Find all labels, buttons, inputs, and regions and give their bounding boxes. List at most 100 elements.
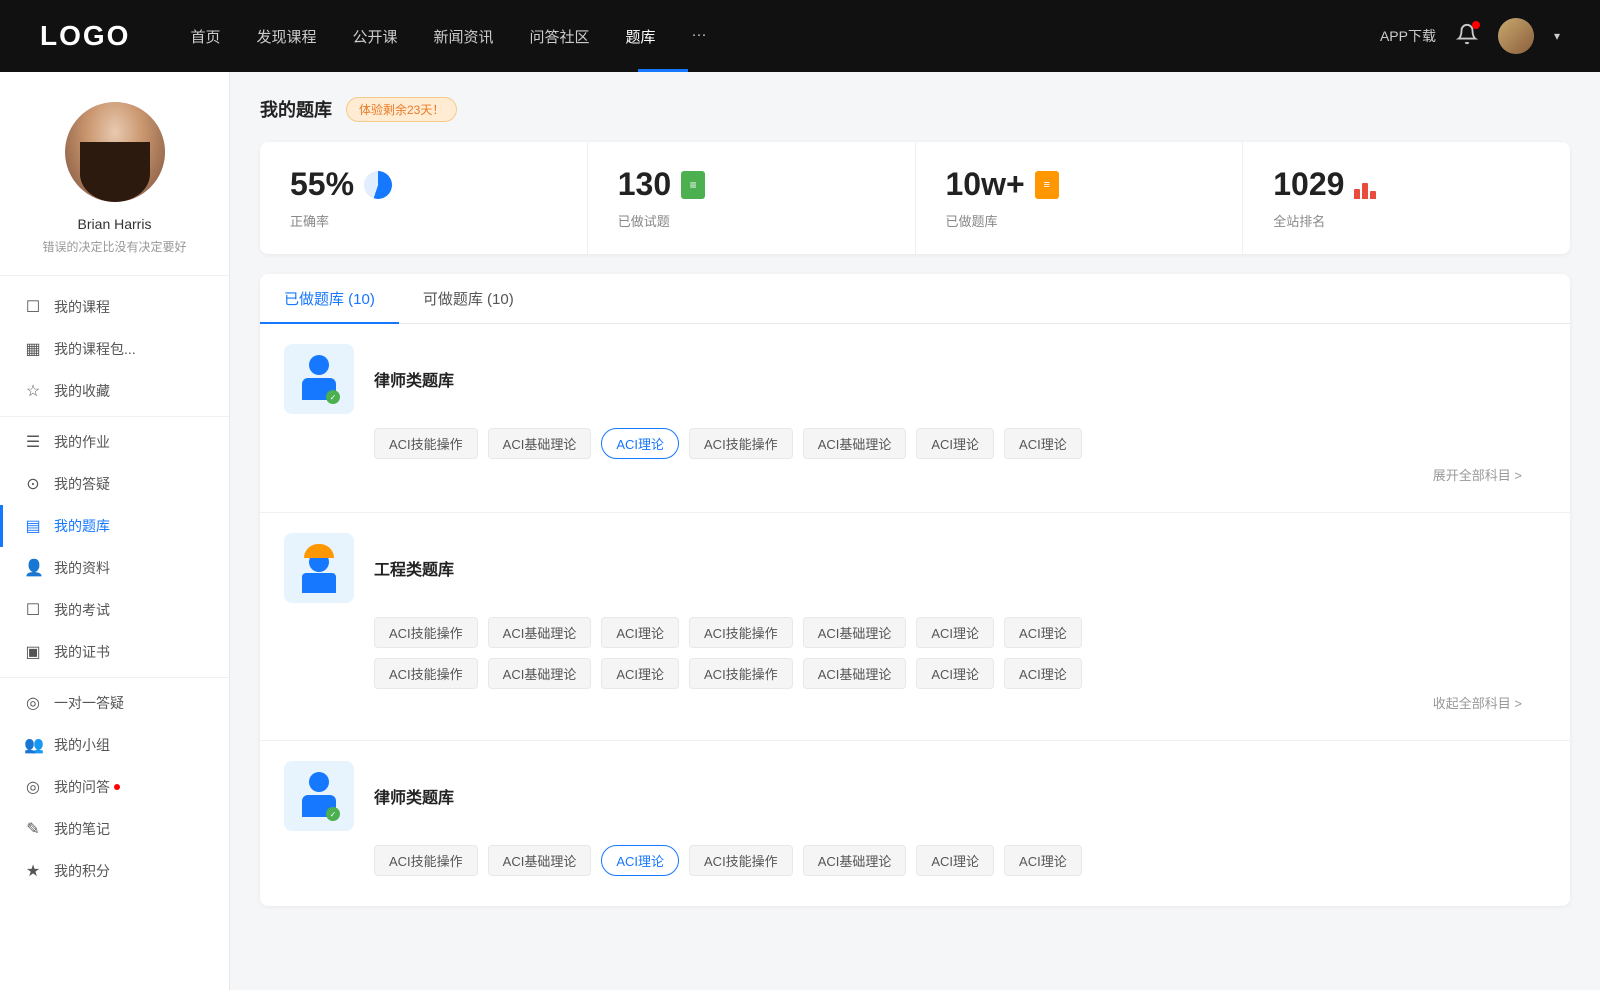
expand-link-lawyer-1[interactable]: 展开全部科目 > (284, 459, 1546, 492)
sidebar-item-course-package[interactable]: ▦ 我的课程包... (0, 328, 229, 370)
stat-accuracy: 55% 正确率 (260, 142, 588, 254)
tab-available-banks[interactable]: 可做题库 (10) (399, 274, 538, 323)
nav-item-more[interactable]: ··· (692, 26, 707, 47)
tab-done-banks[interactable]: 已做题库 (10) (260, 274, 399, 323)
engineer-figure-icon (302, 544, 336, 593)
nav-item-qbank[interactable]: 题库 (626, 26, 656, 47)
sidebar-item-course[interactable]: ☐ 我的课程 (0, 286, 229, 328)
qbank-icon-engineer (284, 533, 354, 603)
sidebar-item-exam[interactable]: ☐ 我的考试 (0, 589, 229, 631)
trial-badge: 体验剩余23天！ (346, 97, 457, 122)
nav-item-discover[interactable]: 发现课程 (256, 26, 316, 47)
sidebar-item-profile[interactable]: 👤 我的资料 (0, 547, 229, 589)
favorites-icon: ☆ (24, 381, 42, 401)
tag-item[interactable]: ACI理论 (1004, 617, 1082, 648)
tag-item[interactable]: ACI技能操作 (374, 845, 478, 876)
notification-bell-icon[interactable] (1456, 23, 1478, 50)
tag-item-active[interactable]: ACI理论 (601, 428, 679, 459)
unread-dot (114, 784, 120, 790)
tag-item[interactable]: ACI理论 (1004, 658, 1082, 689)
nav-links: 首页 发现课程 公开课 新闻资讯 问答社区 题库 ··· (190, 26, 706, 47)
page-title: 我的题库 (260, 96, 332, 122)
stat-banks-value: 10w+ (946, 166, 1025, 203)
sidebar-item-qbank[interactable]: ▤ 我的题库 (0, 505, 229, 547)
stat-rank-label: 全站排名 (1273, 211, 1540, 230)
tag-item[interactable]: ACI基础理论 (803, 617, 907, 648)
stat-done-questions: 130 ≡ 已做试题 (588, 142, 916, 254)
user-dropdown-arrow-icon[interactable]: ▾ (1554, 29, 1560, 43)
sidebar-menu: ☐ 我的课程 ▦ 我的课程包... ☆ 我的收藏 ☰ 我的作业 ⊙ 我的答疑 ▤ (0, 276, 229, 902)
tag-item[interactable]: ACI基础理论 (488, 617, 592, 648)
nav-item-qa[interactable]: 问答社区 (530, 26, 590, 47)
qbank-icon-lawyer: ✓ (284, 344, 354, 414)
qbank-name-lawyer-1: 律师类题库 (374, 367, 454, 391)
tag-item[interactable]: ACI理论 (1004, 845, 1082, 876)
tag-item[interactable]: ACI技能操作 (689, 428, 793, 459)
course-icon: ☐ (24, 297, 42, 317)
nav-item-news[interactable]: 新闻资讯 (434, 26, 494, 47)
tag-item[interactable]: ACI技能操作 (689, 617, 793, 648)
nav-item-open-course[interactable]: 公开课 (352, 26, 397, 47)
user-motto: 错误的决定比没有决定要好 (42, 238, 186, 255)
tag-item[interactable]: ACI技能操作 (689, 845, 793, 876)
notes-icon: ✎ (24, 819, 42, 839)
avatar[interactable] (1498, 18, 1534, 54)
stat-done-banks: 10w+ ≡ 已做题库 (916, 142, 1244, 254)
avatar (65, 102, 165, 202)
page-layout: Brian Harris 错误的决定比没有决定要好 ☐ 我的课程 ▦ 我的课程包… (0, 72, 1600, 990)
tag-item[interactable]: ACI基础理论 (803, 428, 907, 459)
tag-item-active[interactable]: ACI理论 (601, 845, 679, 876)
tag-item[interactable]: ACI技能操作 (374, 617, 478, 648)
tag-item[interactable]: ACI基础理论 (488, 428, 592, 459)
sidebar-item-favorites[interactable]: ☆ 我的收藏 (0, 370, 229, 412)
sidebar-item-qa[interactable]: ⊙ 我的答疑 (0, 463, 229, 505)
stats-row: 55% 正确率 130 ≡ 已做试题 10w+ ≡ 已做题库 (260, 142, 1570, 254)
stat-ranking: 1029 全站排名 (1243, 142, 1570, 254)
stat-banks-label: 已做题库 (946, 211, 1213, 230)
sidebar-item-myqa[interactable]: ◎ 我的问答 (0, 766, 229, 808)
list-icon: ≡ (1035, 171, 1059, 199)
avatar-image (1498, 18, 1534, 54)
sidebar-item-group[interactable]: 👥 我的小组 (0, 724, 229, 766)
navbar: LOGO 首页 发现课程 公开课 新闻资讯 问答社区 题库 ··· APP下载 … (0, 0, 1600, 72)
qbank-tags-lawyer-2: ACI技能操作 ACI基础理论 ACI理论 ACI技能操作 ACI基础理论 AC… (284, 845, 1546, 876)
nav-active-indicator (638, 69, 688, 72)
tag-item[interactable]: ACI基础理论 (803, 658, 907, 689)
tag-item[interactable]: ACI基础理论 (488, 845, 592, 876)
stat-accuracy-value: 55% (290, 166, 354, 203)
stat-done-label: 已做试题 (618, 211, 885, 230)
app-download-button[interactable]: APP下载 (1380, 26, 1436, 46)
collapse-link-engineer[interactable]: 收起全部科目 > (284, 689, 1546, 720)
stat-done-value: 130 (618, 166, 671, 203)
tag-item[interactable]: ACI理论 (601, 658, 679, 689)
qbank-tags-engineer-row2: ACI技能操作 ACI基础理论 ACI理论 ACI技能操作 ACI基础理论 AC… (284, 658, 1546, 689)
tag-item[interactable]: ACI理论 (916, 845, 994, 876)
homework-icon: ☰ (24, 432, 42, 452)
sidebar-item-1on1[interactable]: ◎ 一对一答疑 (0, 682, 229, 724)
sidebar-item-certificate[interactable]: ▣ 我的证书 (0, 631, 229, 673)
username: Brian Harris (78, 216, 152, 232)
stat-rank-value-row: 1029 (1273, 166, 1540, 203)
tag-item[interactable]: ACI理论 (916, 658, 994, 689)
tag-item[interactable]: ACI基础理论 (803, 845, 907, 876)
sidebar-item-notes[interactable]: ✎ 我的笔记 (0, 808, 229, 850)
qbank-icon: ▤ (24, 516, 42, 536)
qa-icon: ⊙ (24, 474, 42, 494)
sidebar-item-homework[interactable]: ☰ 我的作业 (0, 421, 229, 463)
tag-item[interactable]: ACI技能操作 (689, 658, 793, 689)
tag-item[interactable]: ACI理论 (1004, 428, 1082, 459)
pie-chart-icon (364, 171, 392, 199)
tag-item[interactable]: ACI基础理论 (488, 658, 592, 689)
tag-item[interactable]: ACI理论 (601, 617, 679, 648)
tag-item[interactable]: ACI理论 (916, 428, 994, 459)
nav-item-home[interactable]: 首页 (190, 26, 220, 47)
sidebar-item-points[interactable]: ★ 我的积分 (0, 850, 229, 892)
tag-item[interactable]: ACI理论 (916, 617, 994, 648)
1on1-icon: ◎ (24, 693, 42, 713)
tag-item[interactable]: ACI技能操作 (374, 428, 478, 459)
qbank-card-lawyer-1: ✓ 律师类题库 ACI技能操作 ACI基础理论 ACI理论 ACI技能操作 AC… (260, 324, 1570, 513)
content-tabs: 已做题库 (10) 可做题库 (10) (260, 274, 1570, 324)
qbank-name-engineer: 工程类题库 (374, 556, 454, 580)
avatar-image (65, 102, 165, 202)
tag-item[interactable]: ACI技能操作 (374, 658, 478, 689)
